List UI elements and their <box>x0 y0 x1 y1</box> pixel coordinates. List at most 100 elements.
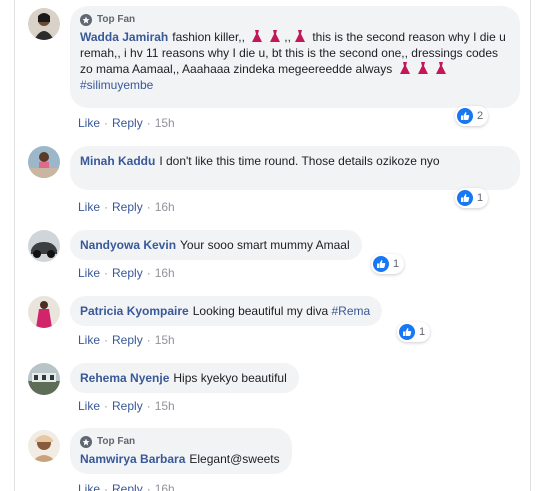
comment-item: Patricia Kyompaire Looking beautiful my d… <box>28 294 528 352</box>
like-reaction-icon <box>373 256 389 272</box>
comment-text: Nandyowa Kevin Your sooo smart mummy Amaa… <box>80 237 350 253</box>
dress-emoji <box>416 61 430 75</box>
comment-text: Rehema Nyenje Hips kyekyo beautiful <box>80 370 287 386</box>
comment-text: Patricia Kyompaire Looking beautiful my d… <box>80 303 370 319</box>
hashtag-link[interactable]: #Rema <box>331 304 370 318</box>
hashtag-link[interactable]: #silimuyembe <box>80 78 153 92</box>
top-fan-badge: Top Fan <box>80 435 280 449</box>
reaction-number: 1 <box>393 258 400 270</box>
commenter-name[interactable]: Minah Kaddu <box>80 154 155 168</box>
separator: · <box>146 116 151 130</box>
comment-actions: Like · Reply · 16h <box>78 482 175 491</box>
top-fan-label: Top Fan <box>97 14 136 25</box>
like-link[interactable]: Like <box>78 116 100 130</box>
comment-text-part: Elegant@sweets <box>189 452 280 466</box>
commenter-name[interactable]: Patricia Kyompaire <box>80 304 189 318</box>
comment-bubble: Top Fan Wadda Jamirah fashion killer,, ,,… <box>70 6 520 108</box>
dress-emoji <box>434 61 448 75</box>
comment-item: Top Fan Wadda Jamirah fashion killer,, ,,… <box>28 6 528 131</box>
separator: · <box>146 482 151 491</box>
separator: · <box>104 116 109 130</box>
like-reaction-icon <box>457 108 473 124</box>
comment-actions: Like · Reply · 15h <box>78 116 175 130</box>
like-reaction-icon <box>399 324 415 340</box>
comment-text: Wadda Jamirah fashion killer,, ,, this is… <box>80 29 508 93</box>
comment-item: Minah Kaddu I don't like this time round.… <box>28 144 528 216</box>
commenter-name[interactable]: Wadda Jamirah <box>80 30 168 44</box>
reply-link[interactable]: Reply <box>112 399 143 413</box>
timestamp[interactable]: 15h <box>155 399 175 413</box>
reaction-count[interactable]: 1 <box>455 188 489 208</box>
separator: · <box>104 200 109 214</box>
feed-border-right <box>530 0 531 491</box>
comment-actions: Like · Reply · 15h <box>78 399 175 413</box>
separator: · <box>104 482 109 491</box>
timestamp[interactable]: 15h <box>155 333 175 347</box>
timestamp[interactable]: 16h <box>155 482 175 491</box>
reply-link[interactable]: Reply <box>112 116 143 130</box>
like-link[interactable]: Like <box>78 200 100 214</box>
reaction-number: 1 <box>419 326 426 338</box>
comment-bubble: Minah Kaddu I don't like this time round.… <box>70 146 520 190</box>
separator: · <box>104 399 109 413</box>
separator: · <box>146 399 151 413</box>
comment-bubble: Top Fan Namwirya Barbara Elegant@sweets <box>70 428 292 474</box>
comment-text-part: I don't like this time round. Those deta… <box>159 154 440 168</box>
top-fan-icon <box>80 14 92 26</box>
separator: · <box>146 333 151 347</box>
reaction-number: 1 <box>477 192 484 204</box>
comment-text-part: Your sooo smart mummy Amaal <box>180 238 350 252</box>
separator: · <box>146 266 151 280</box>
comment-bubble: Nandyowa Kevin Your sooo smart mummy Amaa… <box>70 230 362 260</box>
dress-emoji <box>398 61 412 75</box>
comment-actions: Like · Reply · 15h <box>78 333 175 347</box>
reaction-count[interactable]: 2 <box>455 106 489 126</box>
timestamp[interactable]: 16h <box>155 200 175 214</box>
avatar[interactable] <box>28 230 60 262</box>
separator: · <box>104 333 109 347</box>
reaction-number: 2 <box>477 110 484 122</box>
commenter-name[interactable]: Namwirya Barbara <box>80 452 185 466</box>
reply-link[interactable]: Reply <box>112 266 143 280</box>
comment-actions: Like · Reply · 16h <box>78 200 175 214</box>
dress-emoji <box>293 29 307 43</box>
top-fan-icon <box>80 436 92 448</box>
like-link[interactable]: Like <box>78 266 100 280</box>
comment-item: Rehema Nyenje Hips kyekyo beautiful Like … <box>28 361 528 417</box>
reply-link[interactable]: Reply <box>112 333 143 347</box>
comment-text-part: Hips kyekyo beautiful <box>173 371 287 385</box>
avatar[interactable] <box>28 363 60 395</box>
separator: · <box>146 200 151 214</box>
comment-bubble: Rehema Nyenje Hips kyekyo beautiful <box>70 363 299 393</box>
comment-text-part: Looking beautiful my diva <box>192 304 329 318</box>
like-reaction-icon <box>457 190 473 206</box>
comment-item: Nandyowa Kevin Your sooo smart mummy Amaa… <box>28 228 528 284</box>
top-fan-badge: Top Fan <box>80 13 508 27</box>
dress-emoji <box>268 29 282 43</box>
comment-text: Minah Kaddu I don't like this time round.… <box>80 153 508 169</box>
feed-border-left <box>14 0 15 491</box>
like-link[interactable]: Like <box>78 399 100 413</box>
separator: · <box>104 266 109 280</box>
avatar[interactable] <box>28 296 60 328</box>
comment-actions: Like · Reply · 16h <box>78 266 175 280</box>
comment-text-part: ,, <box>284 30 291 44</box>
timestamp[interactable]: 15h <box>155 116 175 130</box>
reply-link[interactable]: Reply <box>112 482 143 491</box>
comment-text: Namwirya Barbara Elegant@sweets <box>80 451 280 467</box>
commenter-name[interactable]: Nandyowa Kevin <box>80 238 176 252</box>
reaction-count[interactable]: 1 <box>371 254 405 274</box>
avatar[interactable] <box>28 146 60 178</box>
top-fan-label: Top Fan <box>97 436 136 447</box>
reply-link[interactable]: Reply <box>112 200 143 214</box>
like-link[interactable]: Like <box>78 333 100 347</box>
comment-text-part: fashion killer,, <box>172 30 245 44</box>
avatar[interactable] <box>28 430 60 462</box>
comment-bubble: Patricia Kyompaire Looking beautiful my d… <box>70 296 383 326</box>
reaction-count[interactable]: 1 <box>397 322 431 342</box>
dress-emoji <box>250 29 264 43</box>
commenter-name[interactable]: Rehema Nyenje <box>80 371 169 385</box>
timestamp[interactable]: 16h <box>155 266 175 280</box>
like-link[interactable]: Like <box>78 482 100 491</box>
avatar[interactable] <box>28 8 60 40</box>
